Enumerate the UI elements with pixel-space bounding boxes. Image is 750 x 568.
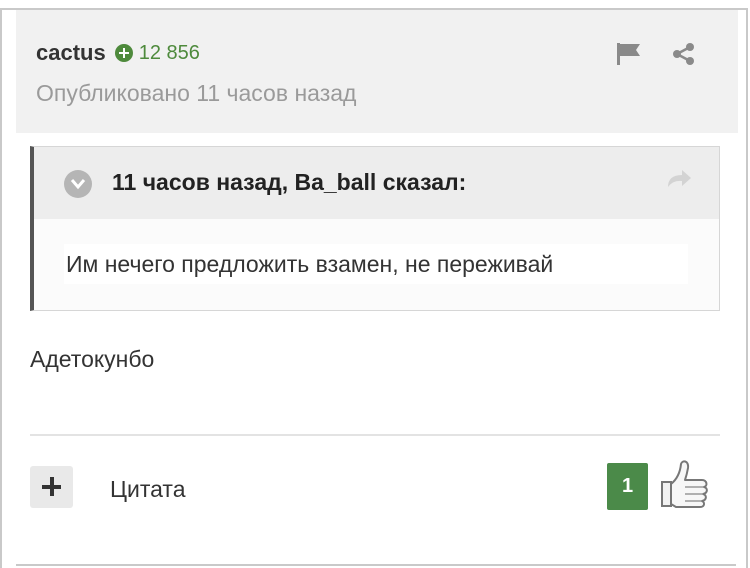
plus-circle-icon xyxy=(114,44,133,62)
bottom-border xyxy=(16,564,736,566)
multiquote-button[interactable] xyxy=(30,466,73,508)
post-header: cactus 12 856 Опубликовано 11 часов наза… xyxy=(16,10,738,133)
reputation-value: 12 856 xyxy=(138,41,200,64)
reputation: 12 856 xyxy=(114,41,200,65)
thumbs-up-icon[interactable] xyxy=(656,456,712,517)
quote-header: 11 часов назад, Ba_ball сказал: xyxy=(34,147,719,219)
post-actions xyxy=(616,42,696,66)
forward-arrow-icon[interactable] xyxy=(665,167,693,194)
divider xyxy=(30,434,720,436)
quote-block: 11 часов назад, Ba_ball сказал: Им нечег… xyxy=(30,146,720,311)
like-count-badge: 1 xyxy=(607,463,648,510)
share-icon[interactable] xyxy=(672,42,696,66)
published-date: Опубликовано 11 часов назад xyxy=(36,80,357,106)
quote-citation[interactable]: 11 часов назад, Ba_ball сказал: xyxy=(112,169,466,196)
post-body-text: Адетокунбо xyxy=(30,346,155,372)
author-name[interactable]: cactus xyxy=(36,40,106,66)
quote-body: Им нечего предложить взамен, не пережива… xyxy=(64,244,688,284)
author-row: cactus 12 856 xyxy=(36,40,200,66)
flag-icon[interactable] xyxy=(616,42,642,66)
quote-button-label[interactable]: Цитата xyxy=(110,476,186,503)
chevron-down-icon[interactable] xyxy=(64,170,92,198)
quote-text: Им нечего предложить взамен, не пережива… xyxy=(66,251,554,277)
